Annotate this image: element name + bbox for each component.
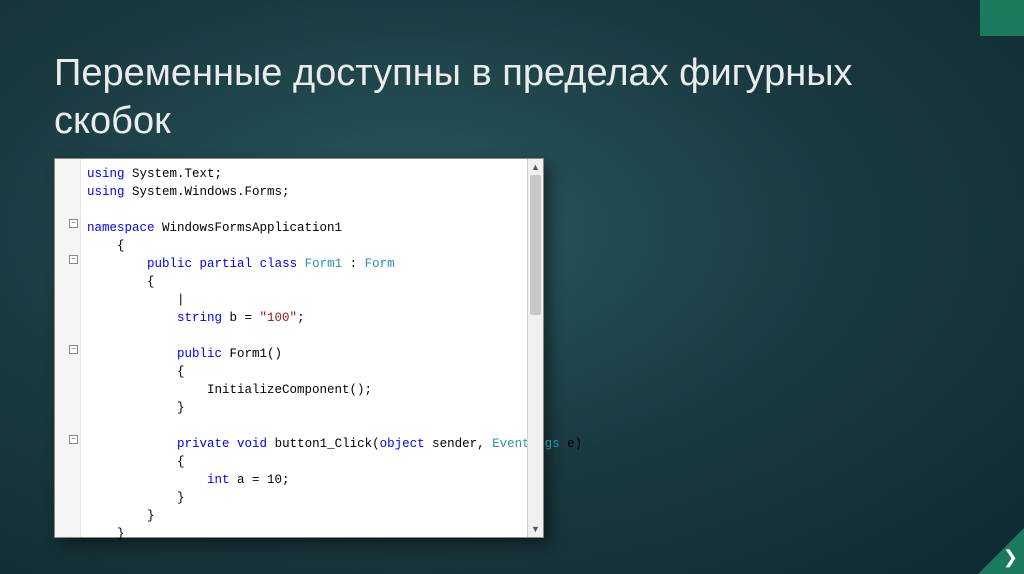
code-text: namespace WindowsFormsApplication1 bbox=[87, 221, 342, 235]
code-line: int a = 10; bbox=[87, 471, 543, 489]
code-text bbox=[87, 329, 147, 343]
code-text: public partial class Form1 : Form bbox=[87, 257, 395, 271]
code-editor-window: using System.Text; using System.Windows.F… bbox=[54, 158, 544, 538]
code-line: { bbox=[87, 237, 543, 255]
code-text: using System.Text; bbox=[87, 167, 222, 181]
vertical-scrollbar[interactable]: ▲ ▼ bbox=[527, 159, 543, 537]
code-text: string b = "100"; bbox=[87, 311, 305, 325]
code-line: } bbox=[87, 525, 543, 543]
code-text: } bbox=[87, 491, 185, 505]
code-line: −namespace WindowsFormsApplication1 bbox=[87, 219, 543, 237]
code-text: using System.Windows.Forms; bbox=[87, 185, 290, 199]
code-text: } bbox=[87, 401, 185, 415]
fold-toggle-icon[interactable]: − bbox=[69, 255, 78, 264]
code-line bbox=[87, 201, 543, 219]
code-text: { bbox=[87, 275, 155, 289]
code-line: using System.Windows.Forms; bbox=[87, 183, 543, 201]
code-line: − public Form1() bbox=[87, 345, 543, 363]
chevron-right-icon[interactable]: ❯ bbox=[1003, 548, 1018, 566]
code-line: } bbox=[87, 489, 543, 507]
code-text bbox=[87, 419, 147, 433]
code-line: { bbox=[87, 273, 543, 291]
scroll-down-icon[interactable]: ▼ bbox=[528, 521, 543, 537]
code-line: | bbox=[87, 291, 543, 309]
code-text: private void button1_Click(object sender… bbox=[87, 437, 582, 451]
code-line: { bbox=[87, 453, 543, 471]
code-line: InitializeComponent(); bbox=[87, 381, 543, 399]
code-line bbox=[87, 327, 543, 345]
scroll-up-icon[interactable]: ▲ bbox=[528, 159, 543, 175]
code-text: } bbox=[87, 527, 125, 541]
code-text: { bbox=[87, 365, 185, 379]
code-line: } bbox=[87, 507, 543, 525]
code-line: using System.Text; bbox=[87, 165, 543, 183]
code-line: − public partial class Form1 : Form bbox=[87, 255, 543, 273]
fold-toggle-icon[interactable]: − bbox=[69, 435, 78, 444]
code-line: } bbox=[87, 399, 543, 417]
fold-toggle-icon[interactable]: − bbox=[69, 345, 78, 354]
code-line: − private void button1_Click(object send… bbox=[87, 435, 543, 453]
slide-title: Переменные доступны в пределах фигурных … bbox=[54, 50, 970, 145]
code-line: { bbox=[87, 363, 543, 381]
code-line: string b = "100"; bbox=[87, 309, 543, 327]
code-text: { bbox=[87, 239, 125, 253]
code-text: | bbox=[87, 293, 185, 307]
code-text: public Form1() bbox=[87, 347, 282, 361]
code-text: InitializeComponent(); bbox=[87, 383, 372, 397]
code-text: { bbox=[87, 455, 185, 469]
code-text: int a = 10; bbox=[87, 473, 290, 487]
fold-toggle-icon[interactable]: − bbox=[69, 219, 78, 228]
scroll-thumb[interactable] bbox=[530, 175, 541, 315]
accent-bar bbox=[980, 0, 1024, 36]
code-content[interactable]: using System.Text; using System.Windows.F… bbox=[55, 159, 543, 549]
code-line bbox=[87, 417, 543, 435]
code-text: } bbox=[87, 509, 155, 523]
